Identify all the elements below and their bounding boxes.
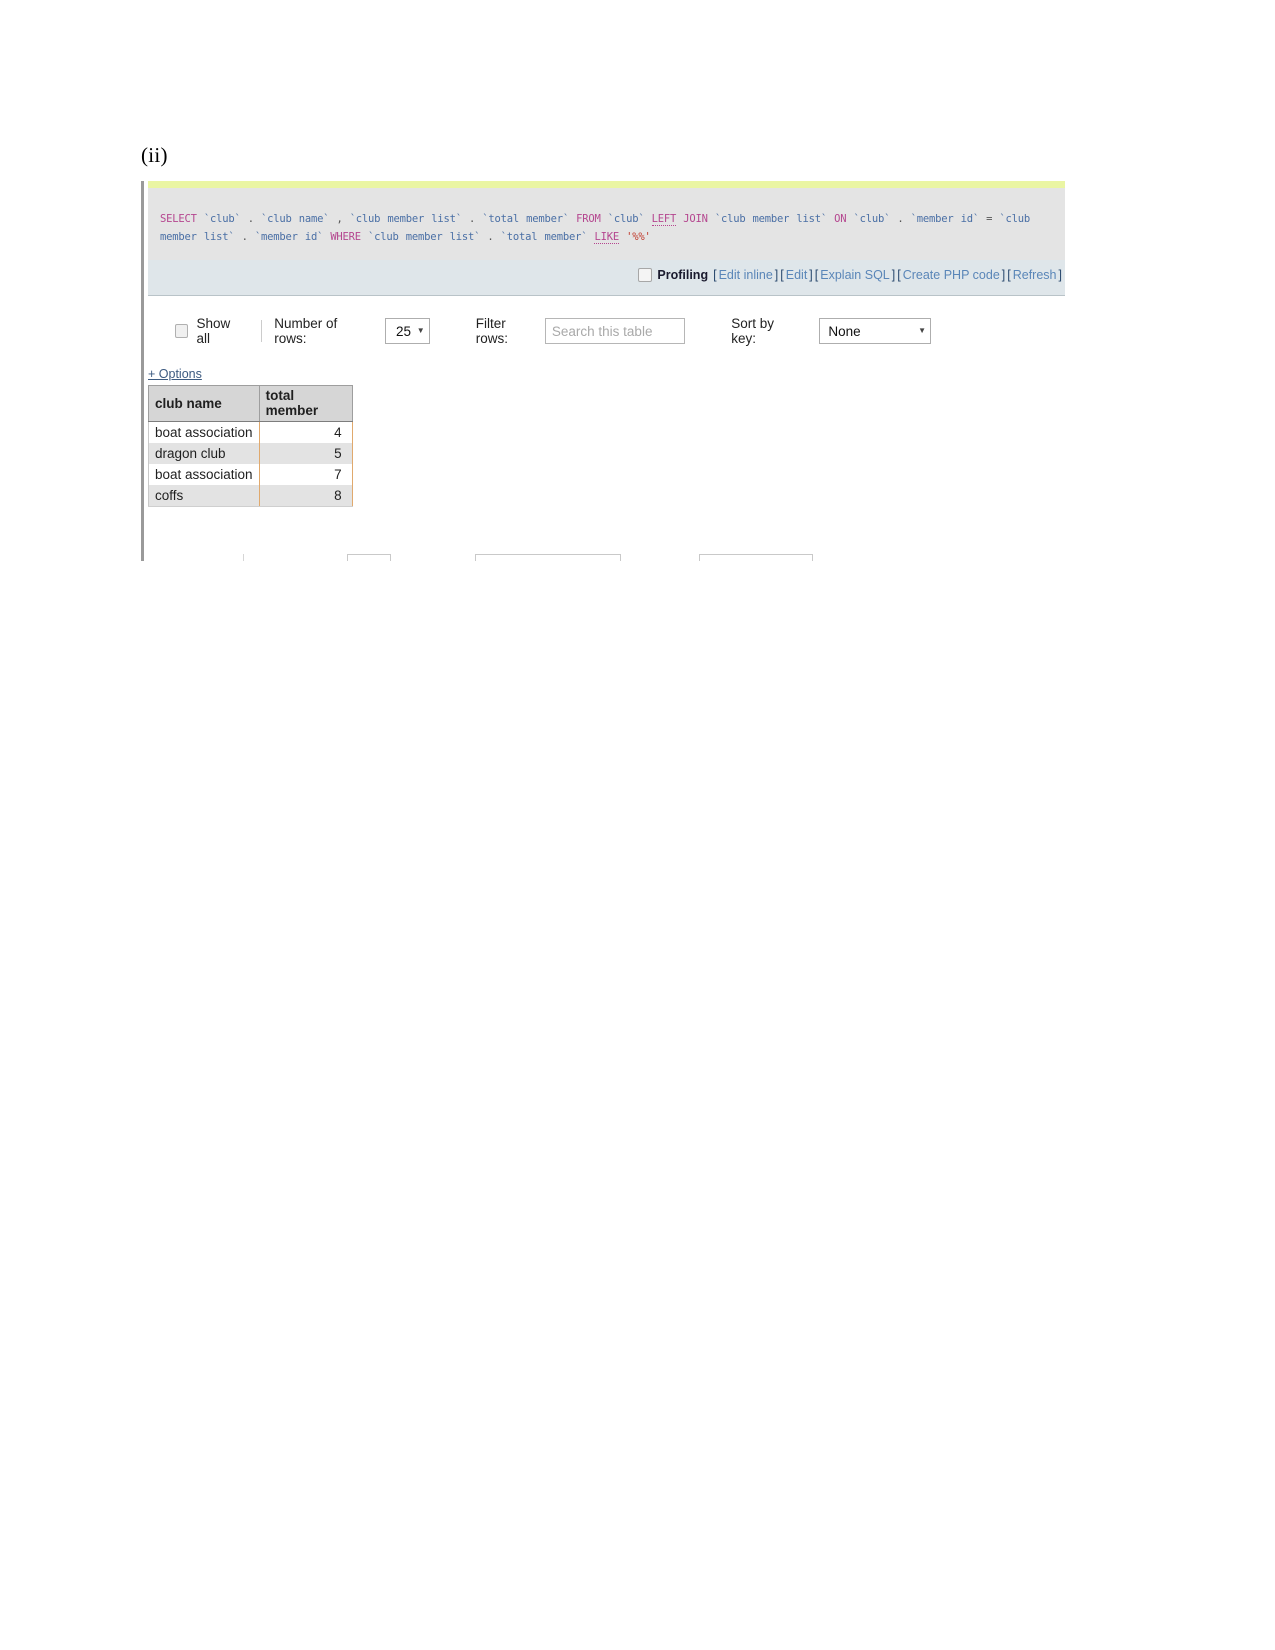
- table-row[interactable]: boat association 7: [148, 464, 353, 485]
- sql-token: `club`: [853, 213, 891, 225]
- bracket-close-edit-inline: ]: [774, 268, 779, 282]
- chevron-down-icon: ▼: [918, 326, 926, 335]
- sql-token: `club`: [607, 213, 645, 225]
- sql-token: `member id`: [254, 231, 324, 243]
- sort-by-key-value: None: [828, 323, 861, 339]
- show-all-checkbox[interactable]: [175, 324, 189, 338]
- sql-token: `club`: [203, 213, 241, 225]
- sql-token: `total member`: [500, 231, 588, 243]
- sql-token: `member id`: [910, 213, 980, 225]
- filter-rows-input[interactable]: Search this table: [544, 318, 686, 344]
- table-header-row: club name total member: [148, 385, 353, 422]
- sql-token: =: [986, 213, 993, 225]
- cell-club-name: dragon club: [148, 443, 260, 464]
- number-of-rows-value: 25: [396, 323, 412, 339]
- bracket-open-refresh: [: [1007, 268, 1011, 282]
- explain-sql-link[interactable]: Explain SQL: [820, 268, 889, 282]
- show-all-label: Show all: [196, 316, 231, 346]
- bracket-close-explain: ]: [891, 268, 896, 282]
- table-row[interactable]: coffs 8: [148, 485, 353, 507]
- bottom-controls-strip: [151, 554, 941, 561]
- number-of-rows-select[interactable]: 25 ▼: [385, 318, 430, 344]
- query-results-table: club name total member boat association 4…: [148, 385, 353, 507]
- bracket-open-php: [: [897, 268, 901, 282]
- sql-token: `club name`: [260, 213, 330, 225]
- sql-token: `club member list`: [368, 231, 481, 243]
- sql-token: FROM: [576, 213, 601, 225]
- sql-token: JOIN: [683, 213, 708, 225]
- profiling-checkbox[interactable]: [638, 268, 653, 282]
- cell-club-name: boat association: [148, 464, 260, 485]
- controls-divider: [261, 320, 263, 342]
- table-row[interactable]: dragon club 5: [148, 443, 353, 464]
- refresh-link[interactable]: Refresh: [1013, 268, 1057, 282]
- profiling-label: Profiling: [657, 268, 709, 282]
- sql-token: WHERE: [330, 231, 361, 243]
- bracket-close-php: ]: [1001, 268, 1006, 282]
- sql-actions-bar: Profiling [Edit inline] [ Edit ] [ Expla…: [148, 260, 1065, 296]
- cell-total-member: 5: [258, 443, 353, 464]
- sql-token: .: [897, 213, 904, 225]
- cell-club-name: boat association: [148, 421, 260, 443]
- sql-token: `club member list`: [349, 213, 462, 225]
- sort-by-key-select[interactable]: None ▼: [819, 318, 931, 344]
- create-php-code-link[interactable]: Create PHP code: [903, 268, 1000, 282]
- sql-token: .: [487, 231, 494, 243]
- chevron-down-icon: ▼: [416, 326, 425, 335]
- column-header-total-member[interactable]: total member: [258, 385, 353, 422]
- sql-token: .: [247, 213, 254, 225]
- sql-token: ON: [834, 213, 847, 225]
- sql-token: .: [469, 213, 476, 225]
- sql-token: ,: [336, 213, 343, 225]
- sql-query-text[interactable]: SELECT `club` . `club name` , `club memb…: [148, 188, 1065, 264]
- bracket-open-explain: [: [814, 268, 819, 282]
- results-controls-row: Show all Number of rows: 25 ▼ Filter row…: [151, 311, 931, 351]
- sql-token: .: [241, 231, 248, 243]
- bracket-close-refresh: ]: [1058, 268, 1062, 282]
- bottom-filter-input[interactable]: [475, 554, 621, 561]
- column-header-club-name[interactable]: club name: [148, 385, 260, 422]
- filter-rows-label: Filter rows:: [475, 316, 508, 346]
- phpmyadmin-screenshot: SELECT `club` . `club name` , `club memb…: [141, 181, 1065, 561]
- table-row[interactable]: boat association 4: [148, 421, 353, 443]
- edit-link[interactable]: Edit: [786, 268, 808, 282]
- sort-by-key-label: Sort by key:: [731, 316, 774, 346]
- bracket-open-edit: [: [780, 268, 784, 282]
- sql-token: SELECT: [160, 213, 197, 225]
- bottom-divider: [243, 554, 244, 561]
- bracket-open-edit-inline: [: [713, 268, 717, 282]
- section-label: (ii): [141, 143, 168, 167]
- cell-total-member: 7: [258, 464, 353, 485]
- sql-token: LEFT: [651, 213, 677, 226]
- cell-total-member: 4: [258, 421, 353, 443]
- options-toggle-link[interactable]: + Options: [148, 367, 202, 381]
- sql-token: `club member list`: [714, 213, 828, 225]
- cell-total-member: 8: [258, 485, 353, 507]
- cell-club-name: coffs: [148, 485, 260, 507]
- bottom-rows-select[interactable]: [347, 554, 391, 561]
- sql-query-panel: SELECT `club` . `club name` , `club memb…: [148, 181, 1065, 264]
- bottom-sort-select[interactable]: [699, 554, 813, 561]
- number-of-rows-label: Number of rows:: [274, 316, 338, 346]
- bracket-close-edit: ]: [809, 268, 813, 282]
- sql-token: '%%': [626, 231, 651, 243]
- edit-inline-link[interactable]: Edit inline: [719, 268, 773, 282]
- sql-token: `total member`: [482, 213, 569, 225]
- sql-token: LIKE: [594, 231, 619, 244]
